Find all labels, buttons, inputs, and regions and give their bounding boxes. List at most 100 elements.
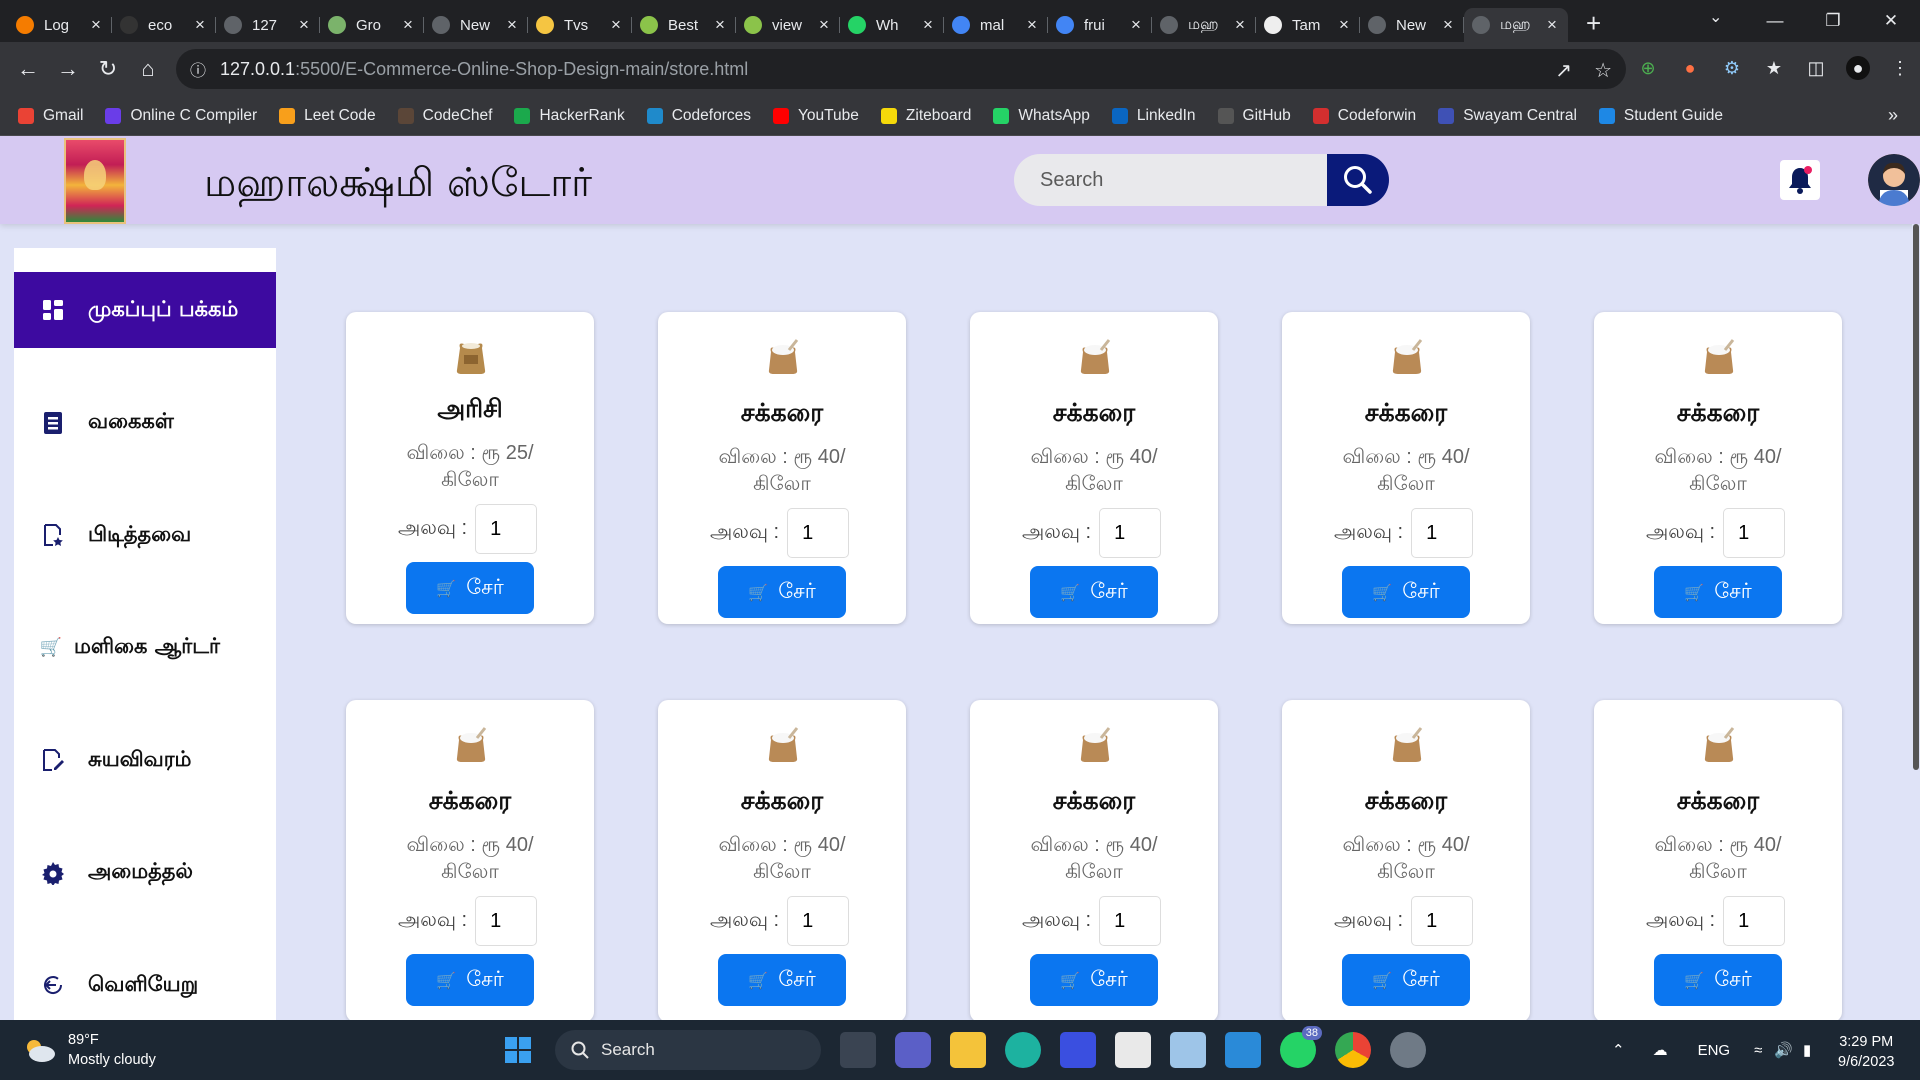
back-arrow-icon[interactable]: ←: [8, 56, 48, 82]
page-scrollbar[interactable]: [1912, 224, 1920, 1020]
quantity-input[interactable]: [475, 896, 538, 946]
tab-close-icon[interactable]: ×: [920, 15, 936, 35]
sidebar-item[interactable]: அமைத்தல்: [14, 835, 276, 911]
browser-tab[interactable]: view ×: [736, 8, 840, 42]
new-tab-button[interactable]: +: [1586, 8, 1601, 39]
quantity-input[interactable]: [1411, 896, 1474, 946]
tab-close-icon[interactable]: ×: [504, 15, 520, 35]
forward-arrow-icon[interactable]: →: [48, 56, 88, 82]
search-button[interactable]: [1327, 154, 1389, 206]
browser-tab[interactable]: eco ×: [112, 8, 216, 42]
bookmark-item[interactable]: Online C Compiler: [105, 107, 257, 125]
bookmark-item[interactable]: Leet Code: [279, 107, 376, 125]
kebab-menu-icon[interactable]: ⋮: [1888, 56, 1912, 80]
bookmark-item[interactable]: Ziteboard: [880, 107, 971, 125]
bookmark-item[interactable]: Codeforces: [646, 107, 751, 125]
bookmark-item[interactable]: Student Guide: [1598, 107, 1723, 125]
bookmark-item[interactable]: Codeforwin: [1312, 107, 1416, 125]
sidebar-item[interactable]: வகைகள்: [14, 385, 276, 461]
extension-gear-icon[interactable]: ⚙: [1720, 56, 1744, 80]
quantity-input[interactable]: [1099, 508, 1162, 558]
add-to-cart-button[interactable]: 🛒 சேர்: [718, 566, 846, 618]
restore-icon[interactable]: ❐: [1804, 11, 1862, 31]
scrollbar-thumb[interactable]: [1913, 224, 1919, 770]
browser-tab[interactable]: Best ×: [632, 8, 736, 42]
tab-close-icon[interactable]: ×: [1232, 15, 1248, 35]
sidebar-item[interactable]: முகப்புப் பக்கம்: [14, 272, 276, 348]
tray-chevron-icon[interactable]: ⌃: [1612, 1041, 1625, 1059]
browser-tab[interactable]: Tvs ×: [528, 8, 632, 42]
quantity-input[interactable]: [787, 896, 850, 946]
tab-close-icon[interactable]: ×: [712, 15, 728, 35]
store-icon[interactable]: [1115, 1032, 1151, 1068]
bookmark-item[interactable]: Gmail: [18, 107, 83, 125]
close-window-icon[interactable]: ✕: [1862, 11, 1920, 31]
puzzle-icon[interactable]: ★: [1762, 56, 1786, 80]
minimize-icon[interactable]: —: [1746, 11, 1804, 31]
add-to-cart-button[interactable]: 🛒 சேர்: [1342, 954, 1470, 1006]
add-to-cart-button[interactable]: 🛒 சேர்: [1342, 566, 1470, 618]
battery-icon[interactable]: ▮: [1803, 1041, 1811, 1059]
tab-close-icon[interactable]: ×: [400, 15, 416, 35]
tab-close-icon[interactable]: ×: [296, 15, 312, 35]
site-info-icon[interactable]: ⓘ: [190, 57, 210, 81]
bookmarks-overflow-icon[interactable]: »: [1888, 105, 1898, 126]
bookmark-item[interactable]: HackerRank: [514, 107, 625, 125]
browser-tab[interactable]: Gro ×: [320, 8, 424, 42]
sidebar-item[interactable]: சுயவிவரம்: [14, 722, 276, 798]
whatsapp-icon[interactable]: 38: [1280, 1026, 1322, 1068]
add-to-cart-button[interactable]: 🛒 சேர்: [1654, 954, 1782, 1006]
side-panel-icon[interactable]: ◫: [1804, 56, 1828, 80]
bookmark-item[interactable]: GitHub: [1217, 107, 1291, 125]
tab-close-icon[interactable]: ×: [88, 15, 104, 35]
user-avatar[interactable]: [1868, 154, 1920, 206]
sidebar-item[interactable]: பிடித்தவை: [14, 497, 276, 573]
taskbar-clock[interactable]: 3:29 PM 9/6/2023: [1838, 1032, 1894, 1072]
weather-widget[interactable]: 89°F Mostly cloudy: [22, 1030, 156, 1070]
browser-tab[interactable]: New ×: [1360, 8, 1464, 42]
tab-close-icon[interactable]: ×: [192, 15, 208, 35]
extension-plus-icon[interactable]: ⊕: [1636, 56, 1660, 80]
search-input[interactable]: [1040, 168, 1300, 192]
browser-tab[interactable]: New ×: [424, 8, 528, 42]
edge-browser-icon[interactable]: [1005, 1032, 1041, 1068]
bookmark-item[interactable]: YouTube: [773, 107, 859, 125]
teams-chat-icon[interactable]: [895, 1032, 931, 1068]
start-button[interactable]: [500, 1032, 536, 1068]
browser-tab[interactable]: Log ×: [8, 8, 112, 42]
browser-tab[interactable]: Tam ×: [1256, 8, 1360, 42]
tab-close-icon[interactable]: ×: [1336, 15, 1352, 35]
home-icon[interactable]: ⌂: [128, 56, 168, 82]
volume-icon[interactable]: 🔊: [1774, 1041, 1793, 1059]
tab-search-chevron-icon[interactable]: ⌄: [1709, 7, 1722, 27]
quantity-input[interactable]: [1723, 896, 1786, 946]
profile-icon[interactable]: ●: [1846, 56, 1870, 80]
browser-tab[interactable]: mal ×: [944, 8, 1048, 42]
quantity-input[interactable]: [1723, 508, 1786, 558]
tab-close-icon[interactable]: ×: [1544, 15, 1560, 35]
monitor-app-icon[interactable]: [1170, 1032, 1206, 1068]
tab-close-icon[interactable]: ×: [1128, 15, 1144, 35]
browser-tab[interactable]: 127 ×: [216, 8, 320, 42]
browser-tab[interactable]: Wh ×: [840, 8, 944, 42]
tab-close-icon[interactable]: ×: [1024, 15, 1040, 35]
quantity-input[interactable]: [787, 508, 850, 558]
browser-tab[interactable]: மஹ ×: [1464, 8, 1568, 42]
browser-tab[interactable]: frui ×: [1048, 8, 1152, 42]
tab-close-icon[interactable]: ×: [816, 15, 832, 35]
chrome-icon[interactable]: [1335, 1032, 1371, 1068]
onedrive-icon[interactable]: ☁: [1653, 1041, 1668, 1059]
add-to-cart-button[interactable]: 🛒 சேர்: [1030, 566, 1158, 618]
address-bar[interactable]: ⓘ 127.0.0.1:5500/E-Commerce-Online-Shop-…: [176, 49, 1626, 89]
tab-close-icon[interactable]: ×: [608, 15, 624, 35]
store-logo[interactable]: [64, 138, 126, 224]
reload-icon[interactable]: ↻: [88, 56, 128, 82]
app-icon[interactable]: [1060, 1032, 1096, 1068]
quantity-input[interactable]: [1099, 896, 1162, 946]
bookmark-item[interactable]: Swayam Central: [1438, 107, 1577, 125]
bookmark-star-icon[interactable]: ☆: [1594, 58, 1612, 83]
quantity-input[interactable]: [475, 504, 538, 554]
wifi-icon[interactable]: ≈: [1754, 1042, 1762, 1059]
url-text[interactable]: 127.0.0.1:5500/E-Commerce-Online-Shop-De…: [220, 59, 748, 80]
taskbar-search[interactable]: Search: [555, 1030, 821, 1070]
